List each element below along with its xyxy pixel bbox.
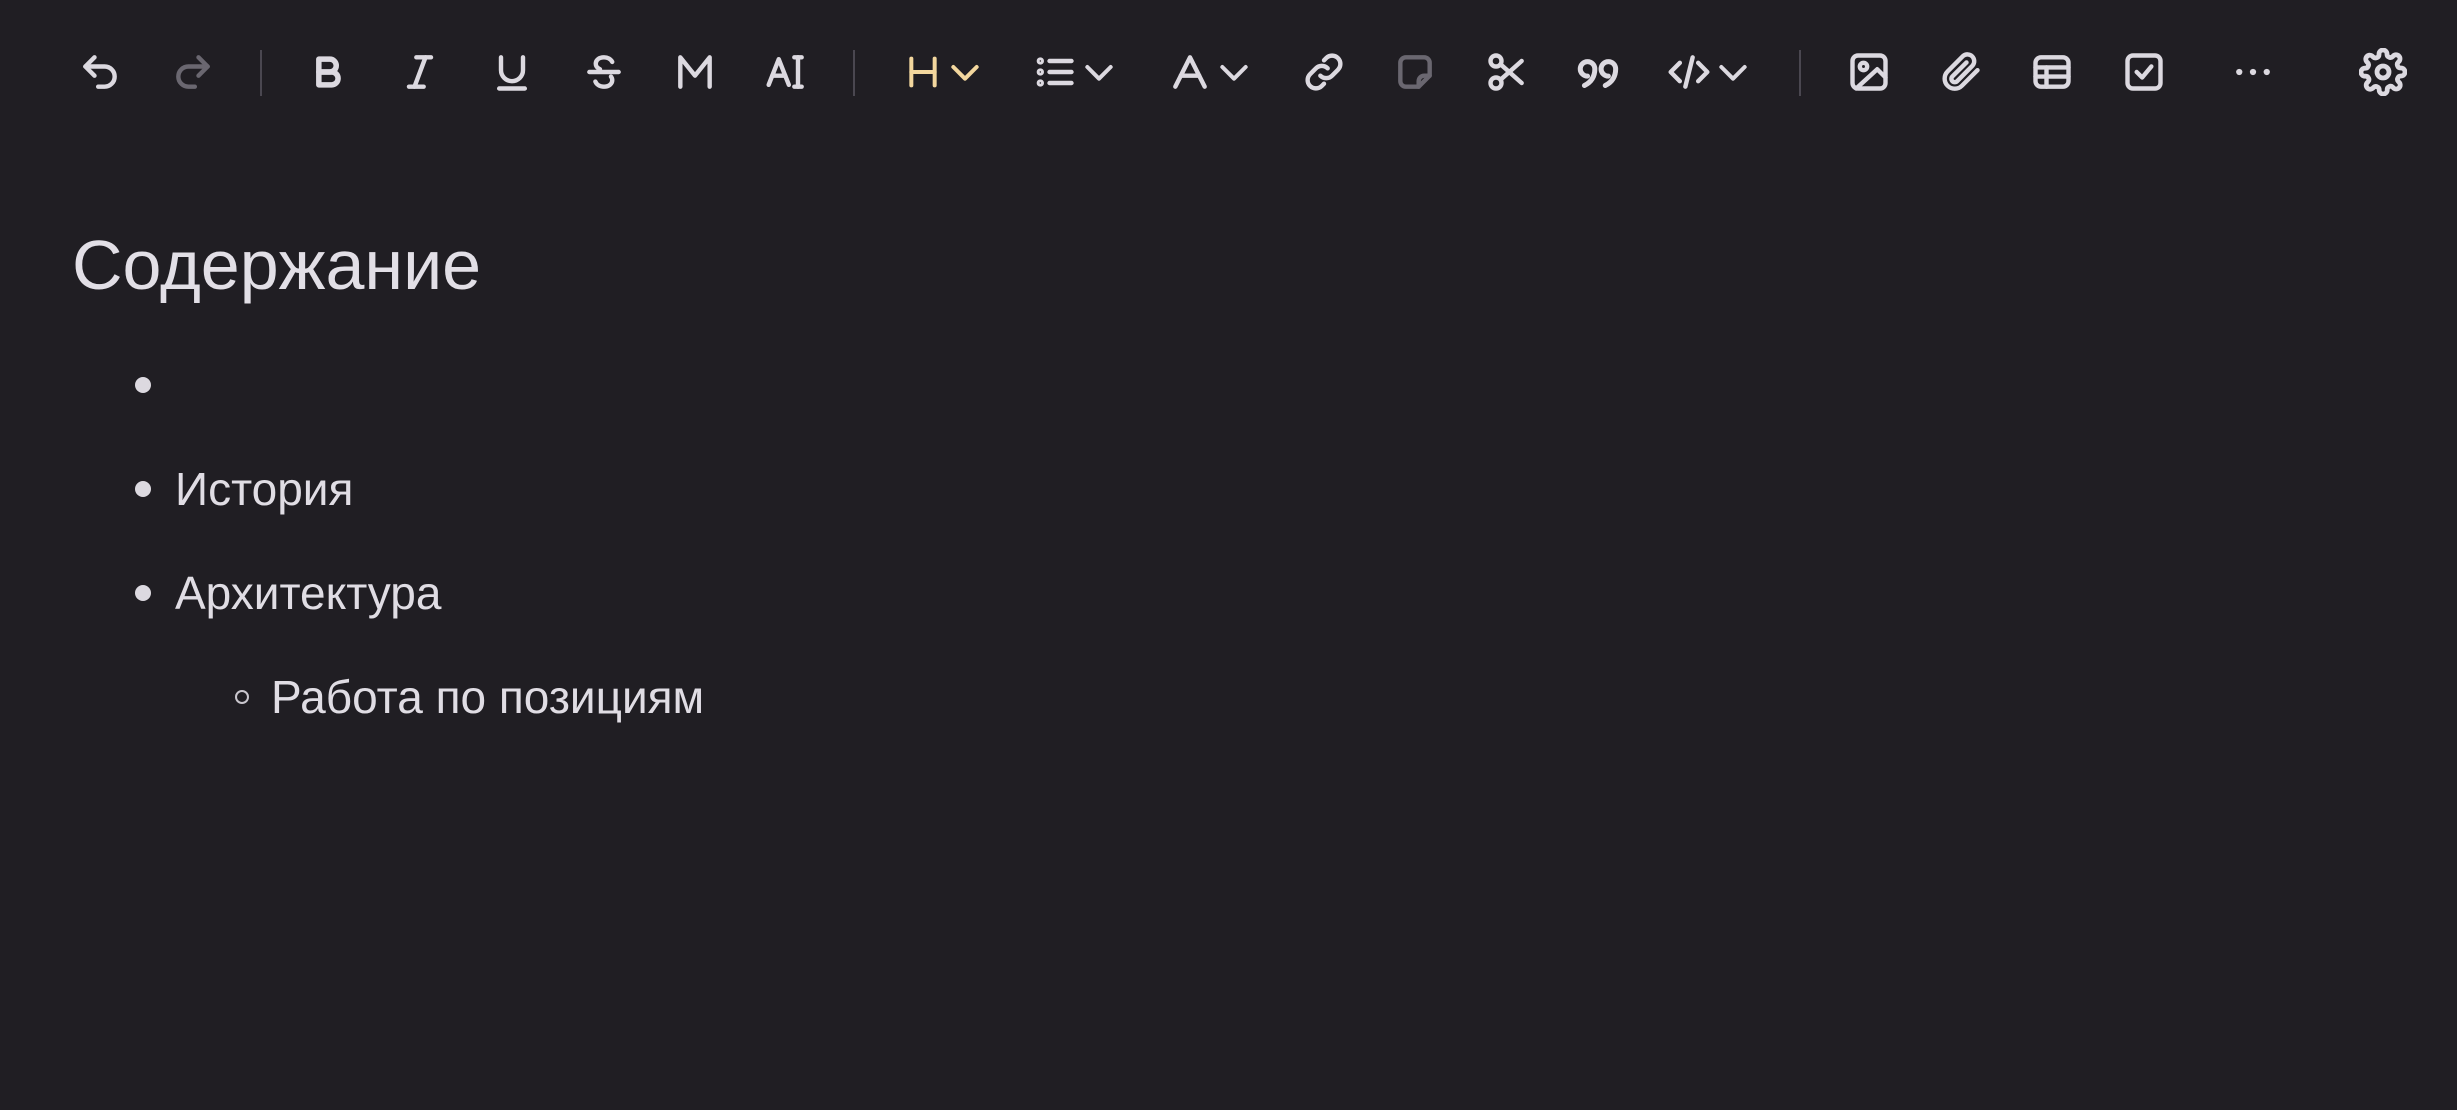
list-icon bbox=[1036, 57, 1074, 87]
sticky-note-button[interactable] bbox=[1393, 41, 1437, 103]
font-dropdown[interactable] bbox=[1166, 41, 1256, 103]
quote-icon bbox=[1577, 59, 1619, 89]
insert-image-button[interactable] bbox=[1847, 41, 1891, 103]
bullet bbox=[135, 585, 151, 601]
toolbar-divider bbox=[1799, 50, 1801, 96]
toolbar-divider bbox=[853, 50, 855, 96]
text-cursor-icon bbox=[766, 55, 804, 89]
redo-button[interactable] bbox=[171, 41, 215, 103]
more-horizontal-icon bbox=[2236, 68, 2270, 76]
mark-icon bbox=[678, 55, 712, 89]
chevron-down-icon bbox=[1085, 65, 1113, 81]
sticky-note-icon bbox=[1398, 55, 1432, 89]
strikethrough-icon bbox=[587, 55, 621, 89]
scissors-icon bbox=[1488, 53, 1524, 91]
image-icon bbox=[1850, 53, 1888, 91]
clear-formatting-button[interactable] bbox=[764, 41, 810, 103]
chevron-down-icon bbox=[1220, 65, 1248, 81]
list-item-text: Работа по позициям bbox=[271, 671, 705, 723]
more-button[interactable] bbox=[2230, 41, 2276, 103]
italic-icon bbox=[406, 55, 434, 89]
editor-content[interactable]: Содержание История Архитектура Работа по… bbox=[0, 145, 2457, 1110]
list-item-text: Архитектура bbox=[175, 567, 442, 619]
list-item-text: История bbox=[175, 463, 354, 515]
paperclip-icon bbox=[1942, 52, 1980, 91]
strikethrough-button[interactable] bbox=[582, 41, 626, 103]
insert-table-button[interactable] bbox=[2030, 41, 2074, 103]
chevron-down-icon bbox=[1719, 65, 1747, 81]
list-item[interactable]: История bbox=[135, 459, 353, 519]
bullet bbox=[135, 377, 151, 393]
document-heading[interactable]: Содержание bbox=[72, 225, 481, 305]
table-icon bbox=[2033, 55, 2071, 89]
heading-dropdown[interactable] bbox=[900, 41, 988, 103]
cut-button[interactable] bbox=[1485, 41, 1529, 103]
bold-icon bbox=[316, 56, 341, 88]
font-icon bbox=[1173, 55, 1207, 89]
bullet bbox=[135, 481, 151, 497]
italic-button[interactable] bbox=[398, 41, 442, 103]
chevron-down-icon bbox=[951, 65, 979, 81]
toolbar-divider bbox=[260, 50, 262, 96]
gear-icon bbox=[2359, 48, 2407, 96]
code-dropdown[interactable] bbox=[1664, 41, 1756, 103]
mark-button[interactable] bbox=[673, 41, 717, 103]
settings-button[interactable] bbox=[2359, 41, 2407, 103]
underline-icon bbox=[496, 55, 528, 91]
bold-button[interactable] bbox=[306, 41, 350, 103]
heading-icon bbox=[909, 56, 937, 88]
link-icon bbox=[1305, 53, 1343, 91]
underline-button[interactable] bbox=[490, 41, 534, 103]
hollow-bullet bbox=[235, 690, 249, 704]
redo-icon bbox=[176, 55, 210, 89]
list-dropdown[interactable] bbox=[1031, 41, 1121, 103]
editor-toolbar bbox=[0, 0, 2457, 145]
list-item[interactable] bbox=[135, 355, 175, 415]
undo-icon bbox=[83, 55, 117, 89]
attachment-button[interactable] bbox=[1939, 41, 1983, 103]
undo-button[interactable] bbox=[78, 41, 122, 103]
link-button[interactable] bbox=[1302, 41, 1346, 103]
checklist-button[interactable] bbox=[2122, 41, 2166, 103]
code-icon bbox=[1668, 55, 1710, 89]
checkbox-icon bbox=[2125, 53, 2163, 91]
quote-button[interactable] bbox=[1574, 41, 1624, 103]
nested-list-item[interactable]: Работа по позициям bbox=[235, 667, 704, 727]
list-item[interactable]: Архитектура bbox=[135, 563, 441, 623]
